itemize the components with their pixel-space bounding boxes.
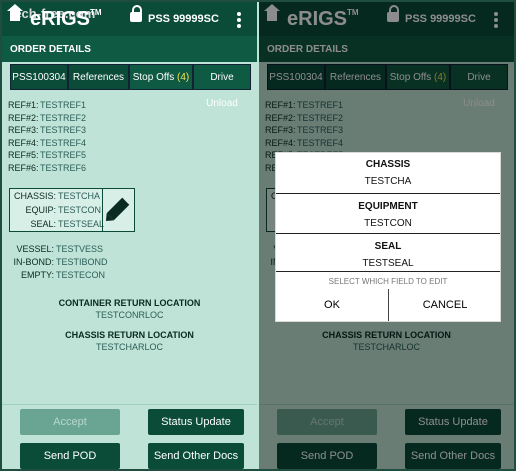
overflow-menu-icon[interactable] [236,10,242,28]
divider [276,193,500,194]
divider [276,233,500,234]
home-icon[interactable] [7,4,23,22]
tab-references[interactable]: References [68,64,129,90]
dialog-chassis-title: CHASSIS [365,159,411,170]
return-locations: CONTAINER RETURN LOCATION TESTCONRLOC CH… [2,298,257,362]
pencil-icon[interactable] [106,197,130,221]
equipment-edit-box[interactable]: CHASSIS:TESTCHA EQUIP:TESTCON SEAL:TESTS… [9,188,135,232]
accept-button[interactable]: Accept [20,409,120,435]
right-screen: eRIGSTM PSS 99999SC ORDER DETAILS PSS100… [259,2,514,469]
vessel-info: VESSEL:TESTVESS IN-BOND:TESTIBOND EMPTY:… [10,244,108,283]
send-other-docs-button[interactable]: Send Other Docs [148,443,244,469]
list-item: REF#5:TESTREF5 [8,150,87,161]
action-bar: Accept Status Update Send POD Send Other… [2,404,257,469]
status-update-button[interactable]: Status Update [148,409,244,435]
order-details-title: ORDER DETAILS [10,44,91,55]
chassis-return-title: CHASSIS RETURN LOCATION [65,330,194,340]
dialog-seal-value: TESTSEAL [362,258,414,269]
empty-row: EMPTY:TESTECON [20,270,106,280]
dialog-equipment-title: EQUIPMENT [358,201,418,212]
send-pod-button[interactable]: Send POD [20,443,120,469]
divider [276,271,500,272]
tab-stop-offs[interactable]: Stop Offs (4) [129,64,193,90]
seal-row: SEAL:TESTSEAL [30,219,105,229]
stop-offs-count: (4) [177,72,190,83]
tab-drive-unload[interactable]: Drive Unload [193,64,251,109]
pss-label: PSS 99999SC [148,13,219,25]
app-title: eRIGSTM [30,8,102,30]
equip-row: EQUIP:TESTCON [25,205,102,215]
dialog-option-chassis[interactable]: CHASSIS TESTCHA [276,159,500,187]
dialog-equipment-value: TESTCON [364,218,412,229]
reference-list: REF#1: TESTREF1 REF#2: TESTREF2 REF#3: TEST… [8,100,86,176]
left-screen: tech-free.com eRIGSTM PSS 99999SC ORDER … [2,2,257,469]
order-content: REF#1: TESTREF1 REF#2: TESTREF2 REF#3: TEST… [2,94,257,410]
list-item: REF#2: TESTREF2 [8,112,87,123]
lock-icon [130,5,142,22]
dialog-option-seal[interactable]: SEAL TESTSEAL [276,241,500,269]
dialog-hint: SELECT WHICH FIELD TO EDIT [328,277,448,286]
container-return-value: TESTCONRLOC [95,310,164,320]
container-return-title: CONTAINER RETURN LOCATION [58,298,201,308]
edit-field-dialog: CHASSIS TESTCHA EQUIPMENT TESTCON SEAL T… [275,152,501,322]
inbond-row: IN-BOND:TESTIBOND [13,257,108,267]
chassis-row: CHASSIS:TESTCHA [13,191,101,201]
divider [102,189,103,231]
list-item: REF#4: TESTREF4 [8,137,87,148]
cancel-button[interactable]: CANCEL [388,289,501,321]
order-details-bar: ORDER DETAILS [2,36,257,62]
list-item: REF#3: TESTREF3 [8,125,87,136]
vessel-row: VESSEL:TESTVESS [16,244,104,254]
dialog-option-equipment[interactable]: EQUIPMENT TESTCON [276,201,500,229]
dialog-seal-title: SEAL [374,241,402,252]
chassis-return-value: TESTCHARLOC [95,342,163,352]
ok-button[interactable]: OK [276,289,388,321]
trademark: TM [90,8,102,17]
app-bar: tech-free.com eRIGSTM PSS 99999SC [2,2,257,36]
tab-strip: PSS100304 References Stop Offs (4) Drive… [2,62,257,109]
list-item: REF#6:TESTREF6 [8,162,87,173]
dialog-chassis-value: TESTCHA [364,176,412,187]
tab-order-id[interactable]: PSS100304 [10,64,68,90]
list-item: REF#1: TESTREF1 [8,100,87,110]
